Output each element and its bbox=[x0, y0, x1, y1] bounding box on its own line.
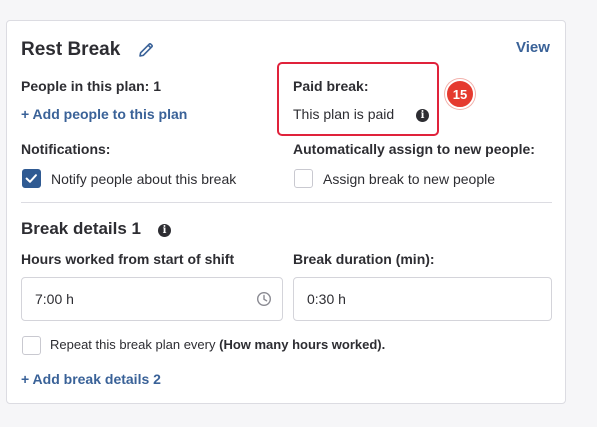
clock-icon[interactable] bbox=[256, 291, 272, 307]
info-icon[interactable]: i bbox=[416, 109, 429, 122]
view-link[interactable]: View bbox=[516, 39, 550, 56]
hours-worked-value: 7:00 h bbox=[35, 291, 74, 307]
card-title: Rest Break bbox=[21, 39, 121, 60]
break-duration-input[interactable]: 0:30 h bbox=[293, 277, 552, 321]
break-duration-value: 0:30 h bbox=[307, 291, 346, 307]
notifications-label: Notifications: bbox=[21, 141, 111, 157]
paid-break-label: Paid break: bbox=[293, 78, 369, 94]
hours-worked-label: Hours worked from start of shift bbox=[21, 251, 235, 267]
assign-checkbox[interactable] bbox=[294, 169, 313, 188]
add-break-details-link[interactable]: + Add break details 2 bbox=[21, 371, 161, 387]
notify-checkbox-label: Notify people about this break bbox=[51, 171, 237, 187]
pencil-icon[interactable] bbox=[137, 41, 155, 59]
auto-assign-label: Automatically assign to new people: bbox=[293, 141, 535, 157]
section-divider bbox=[21, 202, 552, 203]
break-details-title: Break details 1 bbox=[21, 219, 142, 238]
repeat-checkbox[interactable] bbox=[22, 336, 41, 355]
people-count-label: People in this plan: 1 bbox=[21, 78, 162, 94]
assign-checkbox-label: Assign break to new people bbox=[323, 171, 495, 187]
info-icon[interactable]: i bbox=[158, 224, 171, 237]
repeat-label-text: Repeat this break plan every bbox=[50, 337, 216, 352]
break-duration-label: Break duration (min): bbox=[293, 251, 435, 267]
add-people-link[interactable]: + Add people to this plan bbox=[21, 106, 187, 122]
break-plan-card: Rest Break View People in this plan: 1 +… bbox=[6, 20, 566, 404]
paid-break-highlight bbox=[277, 62, 439, 136]
check-icon bbox=[25, 174, 37, 183]
repeat-checkbox-label: Repeat this break plan every (How many h… bbox=[50, 337, 385, 352]
annotation-badge: 15 bbox=[445, 79, 475, 109]
notify-checkbox[interactable] bbox=[22, 169, 41, 188]
paid-break-value: This plan is paid bbox=[293, 106, 395, 122]
hours-worked-input[interactable]: 7:00 h bbox=[21, 277, 283, 321]
repeat-label-bold: (How many hours worked). bbox=[219, 337, 386, 352]
